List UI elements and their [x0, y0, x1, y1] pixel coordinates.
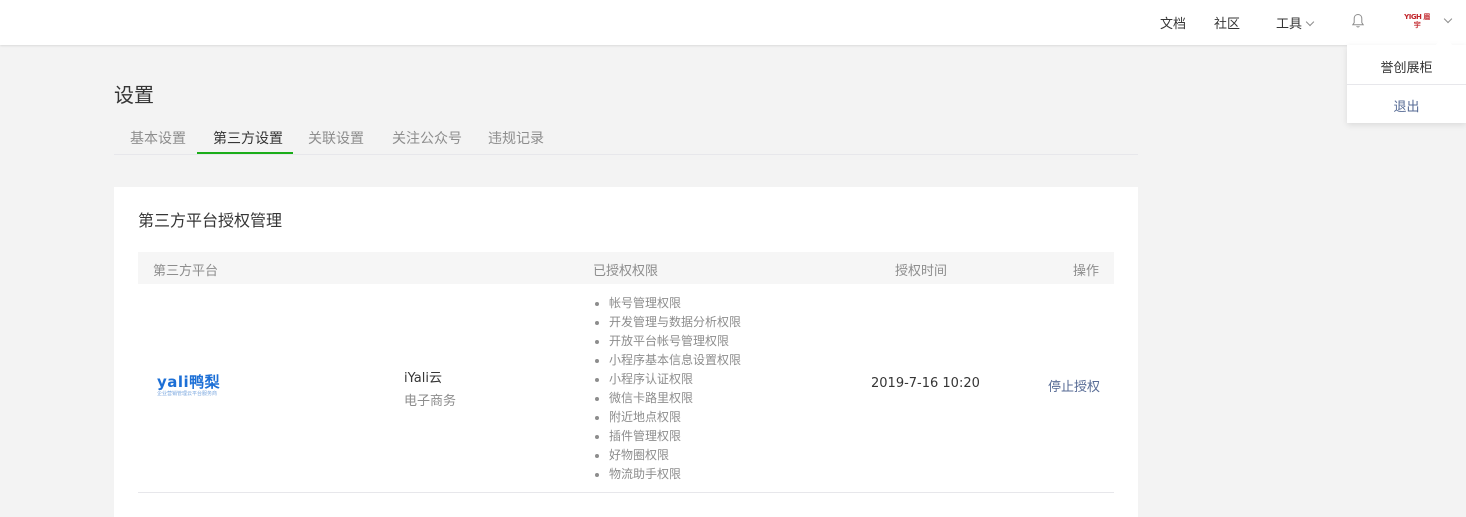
list-item: 好物圈权限 [593, 446, 741, 465]
platform-logo-brand: yali鸭梨 [157, 373, 221, 391]
platform-name: iYali云 [404, 371, 442, 386]
dropdown-divider [1347, 84, 1466, 85]
tab-follow-official-account[interactable]: 关注公众号 [392, 128, 462, 148]
list-item: 小程序基本信息设置权限 [593, 351, 741, 370]
chevron-down-icon [1305, 17, 1315, 27]
avatar-text: YIGH 眉宇 [1404, 13, 1430, 29]
column-header-action: 操作 [1073, 264, 1100, 279]
bell-icon[interactable] [1351, 13, 1365, 29]
list-item: 物流助手权限 [593, 465, 741, 484]
column-header-platform: 第三方平台 [153, 264, 219, 279]
third-party-auth-card: 第三方平台授权管理 第三方平台 已授权权限 授权时间 操作 yali鸭梨 企业营… [114, 187, 1138, 517]
dropdown-account-name[interactable]: 誉创展柜 [1347, 57, 1466, 76]
nav-tools-label: 工具 [1276, 17, 1303, 32]
nav-tools-menu[interactable]: 工具 [1276, 13, 1315, 32]
active-tab-indicator [197, 152, 293, 154]
column-header-permissions: 已授权权限 [593, 264, 659, 279]
column-header-time: 授权时间 [895, 264, 948, 279]
stop-authorization-link[interactable]: 停止授权 [1048, 376, 1100, 395]
table-row: yali鸭梨 企业营销管理云平台服务商 iYali云 电子商务 帐号管理权限 开… [138, 284, 1114, 493]
nav-community-link[interactable]: 社区 [1214, 13, 1240, 32]
avatar[interactable]: YIGH 眉宇 [1404, 13, 1430, 31]
platform-logo: yali鸭梨 企业营销管理云平台服务商 [157, 373, 221, 400]
tab-basic-settings[interactable]: 基本设置 [130, 128, 186, 148]
tab-link-settings[interactable]: 关联设置 [308, 128, 364, 148]
logout-button[interactable]: 退出 [1347, 96, 1466, 115]
avatar-chevron-down-icon[interactable] [1443, 14, 1453, 24]
tab-violation-records[interactable]: 违规记录 [488, 128, 544, 148]
list-item: 小程序认证权限 [593, 370, 741, 389]
page-title: 设置 [114, 83, 154, 107]
nav-docs-link[interactable]: 文档 [1160, 13, 1186, 32]
list-item: 微信卡路里权限 [593, 389, 741, 408]
list-item: 帐号管理权限 [593, 294, 741, 313]
settings-tabs: 基本设置 第三方设置 关联设置 关注公众号 违规记录 [114, 120, 1138, 155]
platform-logo-tagline: 企业营销管理云平台服务商 [157, 391, 218, 397]
list-item: 插件管理权限 [593, 427, 741, 446]
permission-list: 帐号管理权限 开发管理与数据分析权限 开放平台帐号管理权限 小程序基本信息设置权… [593, 294, 741, 484]
list-item: 开放平台帐号管理权限 [593, 332, 741, 351]
auth-time: 2019-7-16 10:20 [871, 376, 980, 391]
tab-third-party-settings[interactable]: 第三方设置 [213, 128, 283, 148]
card-title: 第三方平台授权管理 [138, 211, 283, 230]
account-dropdown: 誉创展柜 退出 [1347, 36, 1466, 123]
table-header: 第三方平台 已授权权限 授权时间 操作 [138, 252, 1114, 284]
top-bar: 文档 社区 工具 YIGH 眉宇 [0, 0, 1466, 45]
list-item: 附近地点权限 [593, 408, 741, 427]
list-item: 开发管理与数据分析权限 [593, 313, 741, 332]
platform-category: 电子商务 [404, 394, 457, 409]
